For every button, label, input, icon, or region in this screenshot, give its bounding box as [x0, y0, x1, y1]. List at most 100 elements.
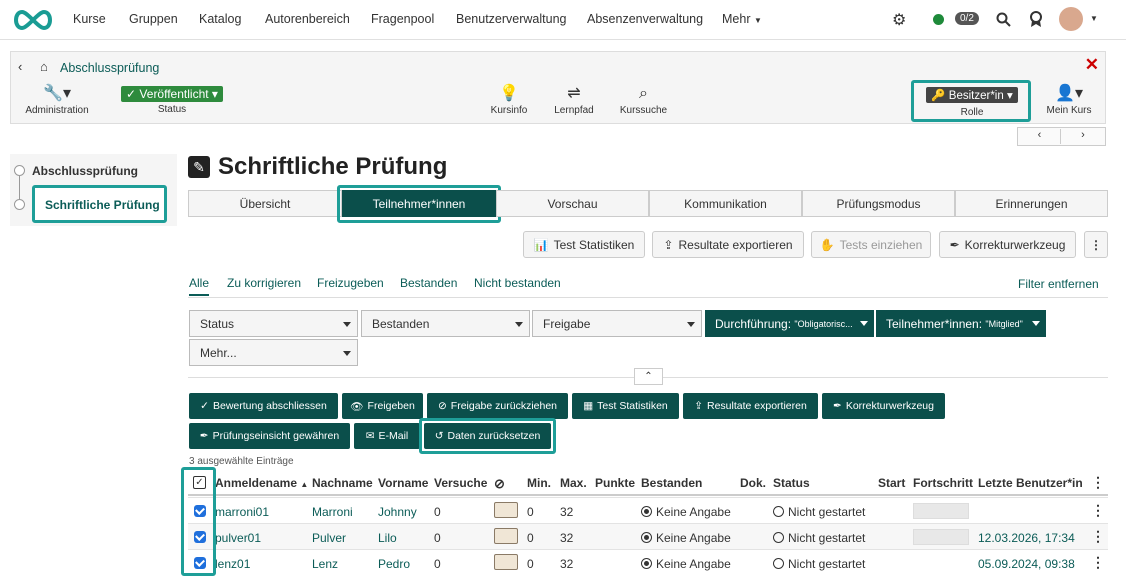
column-fortschritt[interactable]: Fortschritt: [913, 476, 973, 490]
column-versuche[interactable]: Versuche: [434, 476, 487, 490]
status-tool[interactable]: ✓ Veröffentlicht ▾ Status: [117, 86, 227, 115]
column-letzte-benutzer[interactable]: Letzte Benutzer*in: [978, 476, 1083, 490]
kursinfo-tool[interactable]: 💡 Kursinfo: [485, 85, 533, 116]
tab-uebersicht[interactable]: Übersicht: [188, 190, 342, 217]
teilnehmer-filter[interactable]: Teilnehmer*innen: "Mitglied": [876, 310, 1046, 337]
kurssuche-tool[interactable]: ⌕ Kurssuche: [616, 85, 671, 116]
tab-kommunikation[interactable]: Kommunikation: [649, 190, 802, 217]
chevron-down-icon[interactable]: ▼: [1090, 14, 1098, 23]
status-filter[interactable]: Status: [189, 310, 358, 337]
table-row[interactable]: marroni01 Marroni Johnny 0 0 32 Keine An…: [188, 497, 1108, 523]
filter-tab-alle[interactable]: Alle: [189, 276, 210, 296]
test-statistiken-button[interactable]: 📊 Test Statistiken: [523, 231, 645, 258]
login-link[interactable]: marroni01: [215, 505, 269, 519]
table-row[interactable]: pulver01 Pulver Lilo 0 0 32 Keine Angabe…: [188, 523, 1108, 549]
resultate-exportieren-button[interactable]: ⇪ Resultate exportieren: [652, 231, 804, 258]
column-bestanden[interactable]: Bestanden: [641, 476, 702, 490]
column-vorname[interactable]: Vorname: [378, 476, 428, 490]
freigeben-button[interactable]: 👁 Freigeben: [342, 393, 423, 419]
tab-pruefungsmodus[interactable]: Prüfungsmodus: [802, 190, 955, 217]
avatar[interactable]: [1059, 7, 1083, 31]
bestanden-filter[interactable]: Bestanden: [361, 310, 530, 337]
course-counter-badge[interactable]: 0/2: [955, 12, 979, 25]
status-value: Nicht gestartet: [773, 557, 865, 571]
login-link[interactable]: lenz01: [215, 557, 250, 571]
row-actions-button[interactable]: ⋮: [1091, 554, 1105, 571]
breadcrumb[interactable]: Abschlussprüfung: [60, 61, 159, 75]
more-actions-button[interactable]: ⋮: [1084, 231, 1108, 258]
freigabe-filter[interactable]: Freigabe: [532, 310, 702, 337]
nav-autorenbereich[interactable]: Autorenbereich: [265, 12, 350, 26]
mehr-filter[interactable]: Mehr...: [189, 339, 358, 366]
vorname-link[interactable]: Johnny: [378, 505, 417, 519]
progress-bar: [913, 529, 969, 545]
status-dropdown[interactable]: ✓ Veröffentlicht ▾: [121, 86, 223, 102]
pruefungseinsicht-button[interactable]: ✒ Prüfungseinsicht gewähren: [189, 423, 350, 449]
home-icon[interactable]: ⌂: [40, 59, 48, 74]
filter-tab-nicht-bestanden[interactable]: Nicht bestanden: [474, 276, 561, 290]
column-max[interactable]: Max.: [560, 476, 587, 490]
filter-tab-freizugeben[interactable]: Freizugeben: [317, 276, 384, 290]
check-icon: ✓: [200, 400, 209, 412]
column-dok[interactable]: Dok.: [740, 476, 766, 490]
nav-gruppen[interactable]: Gruppen: [129, 12, 178, 26]
lernpfad-tool[interactable]: ⇌ Lernpfad: [549, 85, 599, 116]
collapse-filters-button[interactable]: ⌃: [634, 368, 663, 385]
vorname-link[interactable]: Pedro: [378, 557, 410, 571]
table-row[interactable]: lenz01 Lenz Pedro 0 0 32 Keine Angabe Ni…: [188, 549, 1108, 575]
row-actions-button[interactable]: ⋮: [1091, 528, 1105, 545]
back-icon[interactable]: ‹: [18, 59, 22, 74]
nachname-link[interactable]: Lenz: [312, 557, 338, 571]
column-min[interactable]: Min.: [527, 476, 551, 490]
nav-katalog[interactable]: Katalog: [199, 12, 241, 26]
nachname-link[interactable]: Marroni: [312, 505, 353, 519]
filter-tab-bestanden[interactable]: Bestanden: [400, 276, 457, 290]
tab-vorschau[interactable]: Vorschau: [496, 190, 649, 217]
progress-bar: [913, 503, 969, 519]
column-status[interactable]: Status: [773, 476, 810, 490]
vorname-link[interactable]: Lilo: [378, 531, 397, 545]
tab-erinnerungen[interactable]: Erinnerungen: [955, 190, 1108, 217]
nachname-link[interactable]: Pulver: [312, 531, 346, 545]
administration-tool[interactable]: 🔧▾ Administration: [21, 85, 93, 116]
award-icon[interactable]: [1029, 11, 1043, 28]
nav-benutzerverwaltung[interactable]: Benutzerverwaltung: [456, 12, 566, 26]
bewertung-abschliessen-button[interactable]: ✓ Bewertung abschliessen: [189, 393, 338, 419]
bulk-resultate-exportieren-button[interactable]: ⇪ Resultate exportieren: [683, 393, 818, 419]
close-icon[interactable]: ✕: [1085, 55, 1099, 75]
nav-absenzenverwaltung[interactable]: Absenzenverwaltung: [587, 12, 703, 26]
next-node-button[interactable]: ›: [1062, 129, 1104, 144]
menu-item-abschlusspruefung[interactable]: Abschlussprüfung: [32, 164, 138, 178]
korrekturwerkzeug-button[interactable]: ✒ Korrekturwerkzeug: [939, 231, 1076, 258]
column-start[interactable]: Start: [878, 476, 905, 490]
nav-kurse[interactable]: Kurse: [73, 12, 106, 26]
unknown-icon: [641, 558, 652, 569]
row-actions-button[interactable]: ⋮: [1091, 502, 1105, 519]
filter-tab-zu-korrigieren[interactable]: Zu korrigieren: [227, 276, 301, 290]
eye-slash-icon[interactable]: ⊘: [494, 476, 505, 492]
tests-einziehen-button[interactable]: ✋ Tests einziehen: [811, 231, 931, 258]
wrench-icon: 🔧▾: [43, 85, 71, 102]
filter-entfernen-link[interactable]: Filter entfernen: [1018, 277, 1099, 291]
menu-item-current[interactable]: Schriftliche Prüfung: [32, 185, 167, 223]
nav-fragenpool[interactable]: Fragenpool: [371, 12, 434, 26]
column-nachname[interactable]: Nachname: [312, 476, 373, 490]
column-anmeldename[interactable]: Anmeldename ▲: [215, 476, 308, 490]
table-settings-button[interactable]: ⋮: [1091, 474, 1105, 491]
versuche-value: 0: [434, 531, 441, 545]
settings-icon[interactable]: ⚙: [892, 10, 906, 30]
durchfuehrung-filter[interactable]: Durchführung: "Obligatorisc...: [705, 310, 874, 337]
search-icon[interactable]: [996, 12, 1011, 27]
login-link[interactable]: pulver01: [215, 531, 261, 545]
column-punkte[interactable]: Punkte: [595, 476, 635, 490]
bulk-test-statistiken-button[interactable]: ▦ Test Statistiken: [572, 393, 679, 419]
bulk-korrekturwerkzeug-button[interactable]: ✒ Korrekturwerkzeug: [822, 393, 945, 419]
freigabe-zurueckziehen-button[interactable]: ⊘ Freigabe zurückziehen: [427, 393, 568, 419]
mein-kurs-tool[interactable]: 👤▾ Mein Kurs: [1043, 85, 1095, 116]
nav-mehr[interactable]: Mehr ▼: [722, 12, 762, 26]
eye-slash-icon: [494, 528, 518, 544]
openolat-logo[interactable]: [10, 8, 56, 32]
email-button[interactable]: ✉ E-Mail: [354, 423, 420, 449]
previous-node-button[interactable]: ‹: [1019, 129, 1061, 144]
online-status-icon[interactable]: [933, 14, 944, 25]
